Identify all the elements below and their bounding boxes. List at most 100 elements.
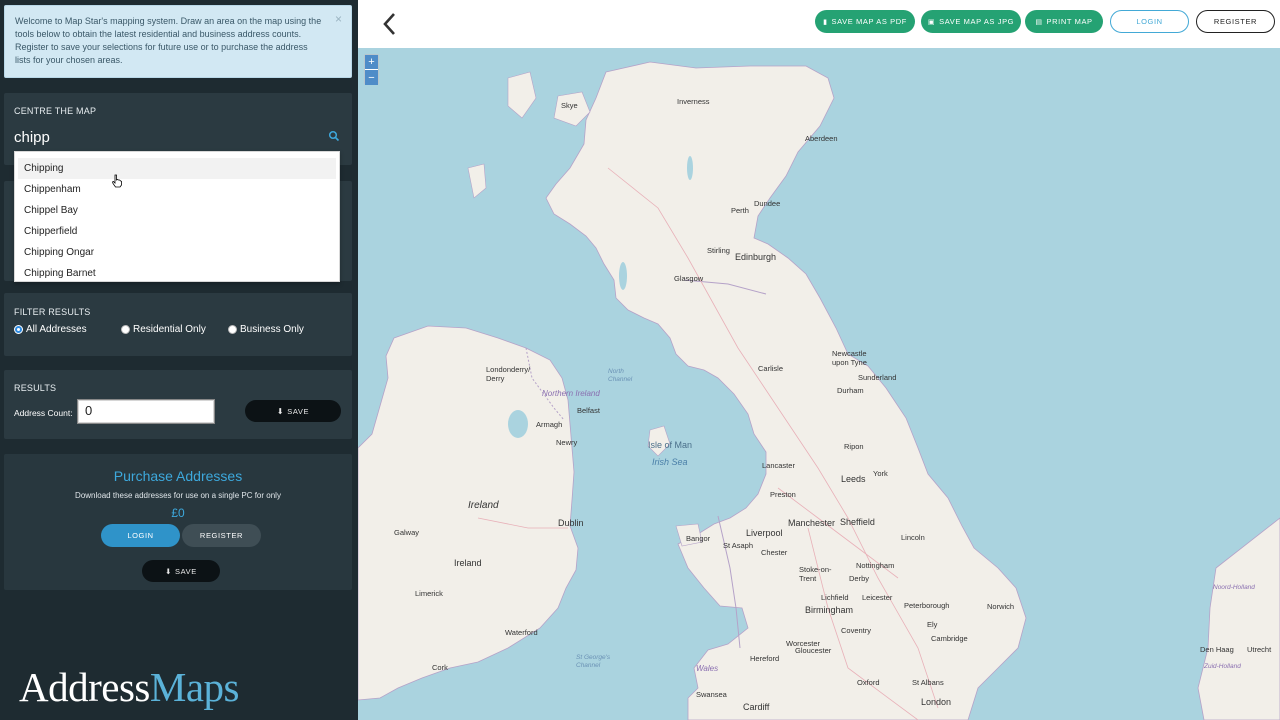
purchase-title: Purchase Addresses [113,468,243,484]
logo-part2: Maps [149,664,240,710]
map-label: Ely [927,620,938,629]
map-label: Leicester [862,593,893,602]
suggestion-item[interactable]: Chipping Ongar [15,242,339,263]
map-canvas[interactable]: + − Skye Inverness Aberdeen Perth Dundee… [358,48,1280,720]
map-label: Chester [761,548,788,557]
map-label: Londonderry/ Derry [486,365,531,383]
login-button[interactable]: LOGIN [1110,10,1189,33]
map-label: Cardiff [743,702,770,712]
save-jpg-label: SAVE MAP AS JPG [939,17,1015,26]
map-region-label: North Channel [608,368,633,383]
map-region-label: Irish Sea [652,457,688,467]
radio-business-only[interactable]: Business Only [228,324,304,335]
print-label: PRINT MAP [1046,17,1093,26]
radio-residential-only[interactable]: Residential Only [121,324,206,335]
map-region-label: St George's Channel [576,654,611,669]
image-icon: ▣ [927,18,936,26]
map-label: Ripon [844,442,864,451]
purchase-price: £0 [171,506,185,520]
address-count-label: Address Count: [14,408,73,418]
search-row [14,127,344,147]
suggestion-item[interactable]: Chipping [18,158,336,179]
map-label: Galway [394,528,420,537]
map-label: Stirling [707,246,730,255]
map-label: St Asaph [723,541,754,550]
hand-pointer-icon [112,174,122,188]
map-region-label: Ireland [468,500,499,511]
map-label: Skye [561,101,578,110]
map-label: Glasgow [674,274,704,283]
map-label: Newcastle upon Tyne [832,349,867,367]
map-label: Dundee [754,199,781,208]
map-label: Utrecht [1247,645,1272,654]
map-label: Lincoln [901,533,925,542]
map-label: Sunderland [858,373,897,382]
save-map-pdf-button[interactable]: ▮ SAVE MAP AS PDF [815,10,915,33]
map-label: Gloucester [795,646,832,655]
address-count-field: 0 [77,399,215,424]
back-arrow-icon[interactable] [380,11,400,37]
zoom-in-button[interactable]: + [365,55,378,70]
map-label: Durham [837,386,864,395]
zoom-control: + − [364,54,379,85]
map-label: Norwich [987,602,1015,611]
zoom-out-button[interactable]: − [365,70,378,85]
map-label: Lichfield [821,593,849,602]
welcome-text: Welcome to Map Star's mapping system. Dr… [15,16,322,65]
suggestion-item[interactable]: Chipping Barnet [15,263,339,284]
download-arrow-icon: ⬇ [276,406,285,416]
map-label: St Albans [912,678,944,687]
map-region-label: Zuid-Holland [1204,663,1241,670]
map-label: Stoke-on- Trent [799,565,832,583]
map-label: Inverness [677,97,710,106]
filter-results-panel: FILTER RESULTS All Addresses Residential… [4,293,352,356]
map-label: Peterborough [904,601,950,610]
map-label: Den Haag [1200,645,1234,654]
map-label: Perth [731,206,749,215]
save-results-button[interactable]: ⬇ SAVE [245,400,341,422]
map-label: Birmingham [805,605,854,615]
radio-unchecked-icon[interactable] [121,325,130,334]
map-label: York [873,469,888,478]
suggestion-item[interactable]: Chippenham [15,179,339,200]
map-region-label: Ireland [454,558,482,568]
save-pdf-label: SAVE MAP AS PDF [831,17,907,26]
map-label: Nottingham [856,561,895,570]
suggestion-item[interactable]: Chipperfield [15,221,339,242]
filter-results-title: FILTER RESULTS [14,307,91,317]
map-label: Manchester [788,518,836,528]
results-panel: RESULTS Address Count: 0 ⬇ SAVE [4,370,352,439]
map-label: Newry [556,438,578,447]
print-map-button[interactable]: ▤ PRINT MAP [1025,10,1103,33]
map-label: Belfast [577,406,600,415]
download-arrow-icon: ⬇ [165,566,173,576]
radio-label-business: Business Only [240,324,304,335]
save-map-jpg-button[interactable]: ▣ SAVE MAP AS JPG [921,10,1021,33]
map-label: Swansea [696,690,727,699]
map-label: Dublin [558,518,584,528]
file-icon: ▮ [823,18,828,26]
radio-checked-icon[interactable] [14,325,23,334]
map-label: Edinburgh [735,252,777,262]
close-icon[interactable]: × [335,13,342,26]
search-icon[interactable] [328,130,340,142]
map-label: Carlisle [758,364,784,373]
save-label: SAVE [175,566,197,576]
radio-all-addresses[interactable]: All Addresses [14,324,87,335]
map-basemap [358,61,1280,720]
purchase-save-button[interactable]: ⬇ SAVE [142,560,220,582]
map-label: Leeds [841,474,866,484]
map-label: Cork [432,663,448,672]
suggestion-item[interactable]: Chippel Bay [15,200,339,221]
results-title: RESULTS [14,383,57,393]
location-search-input[interactable] [14,127,314,147]
map-label: Bangor [686,534,711,543]
print-icon: ▤ [1035,18,1043,26]
purchase-register-button[interactable]: REGISTER [182,524,261,547]
register-button[interactable]: REGISTER [1196,10,1275,33]
radio-unchecked-icon[interactable] [228,325,237,334]
purchase-login-button[interactable]: LOGIN [101,524,180,547]
map-label: Sheffield [840,517,875,527]
map-label: Armagh [536,420,563,429]
map-label: Coventry [841,626,872,635]
